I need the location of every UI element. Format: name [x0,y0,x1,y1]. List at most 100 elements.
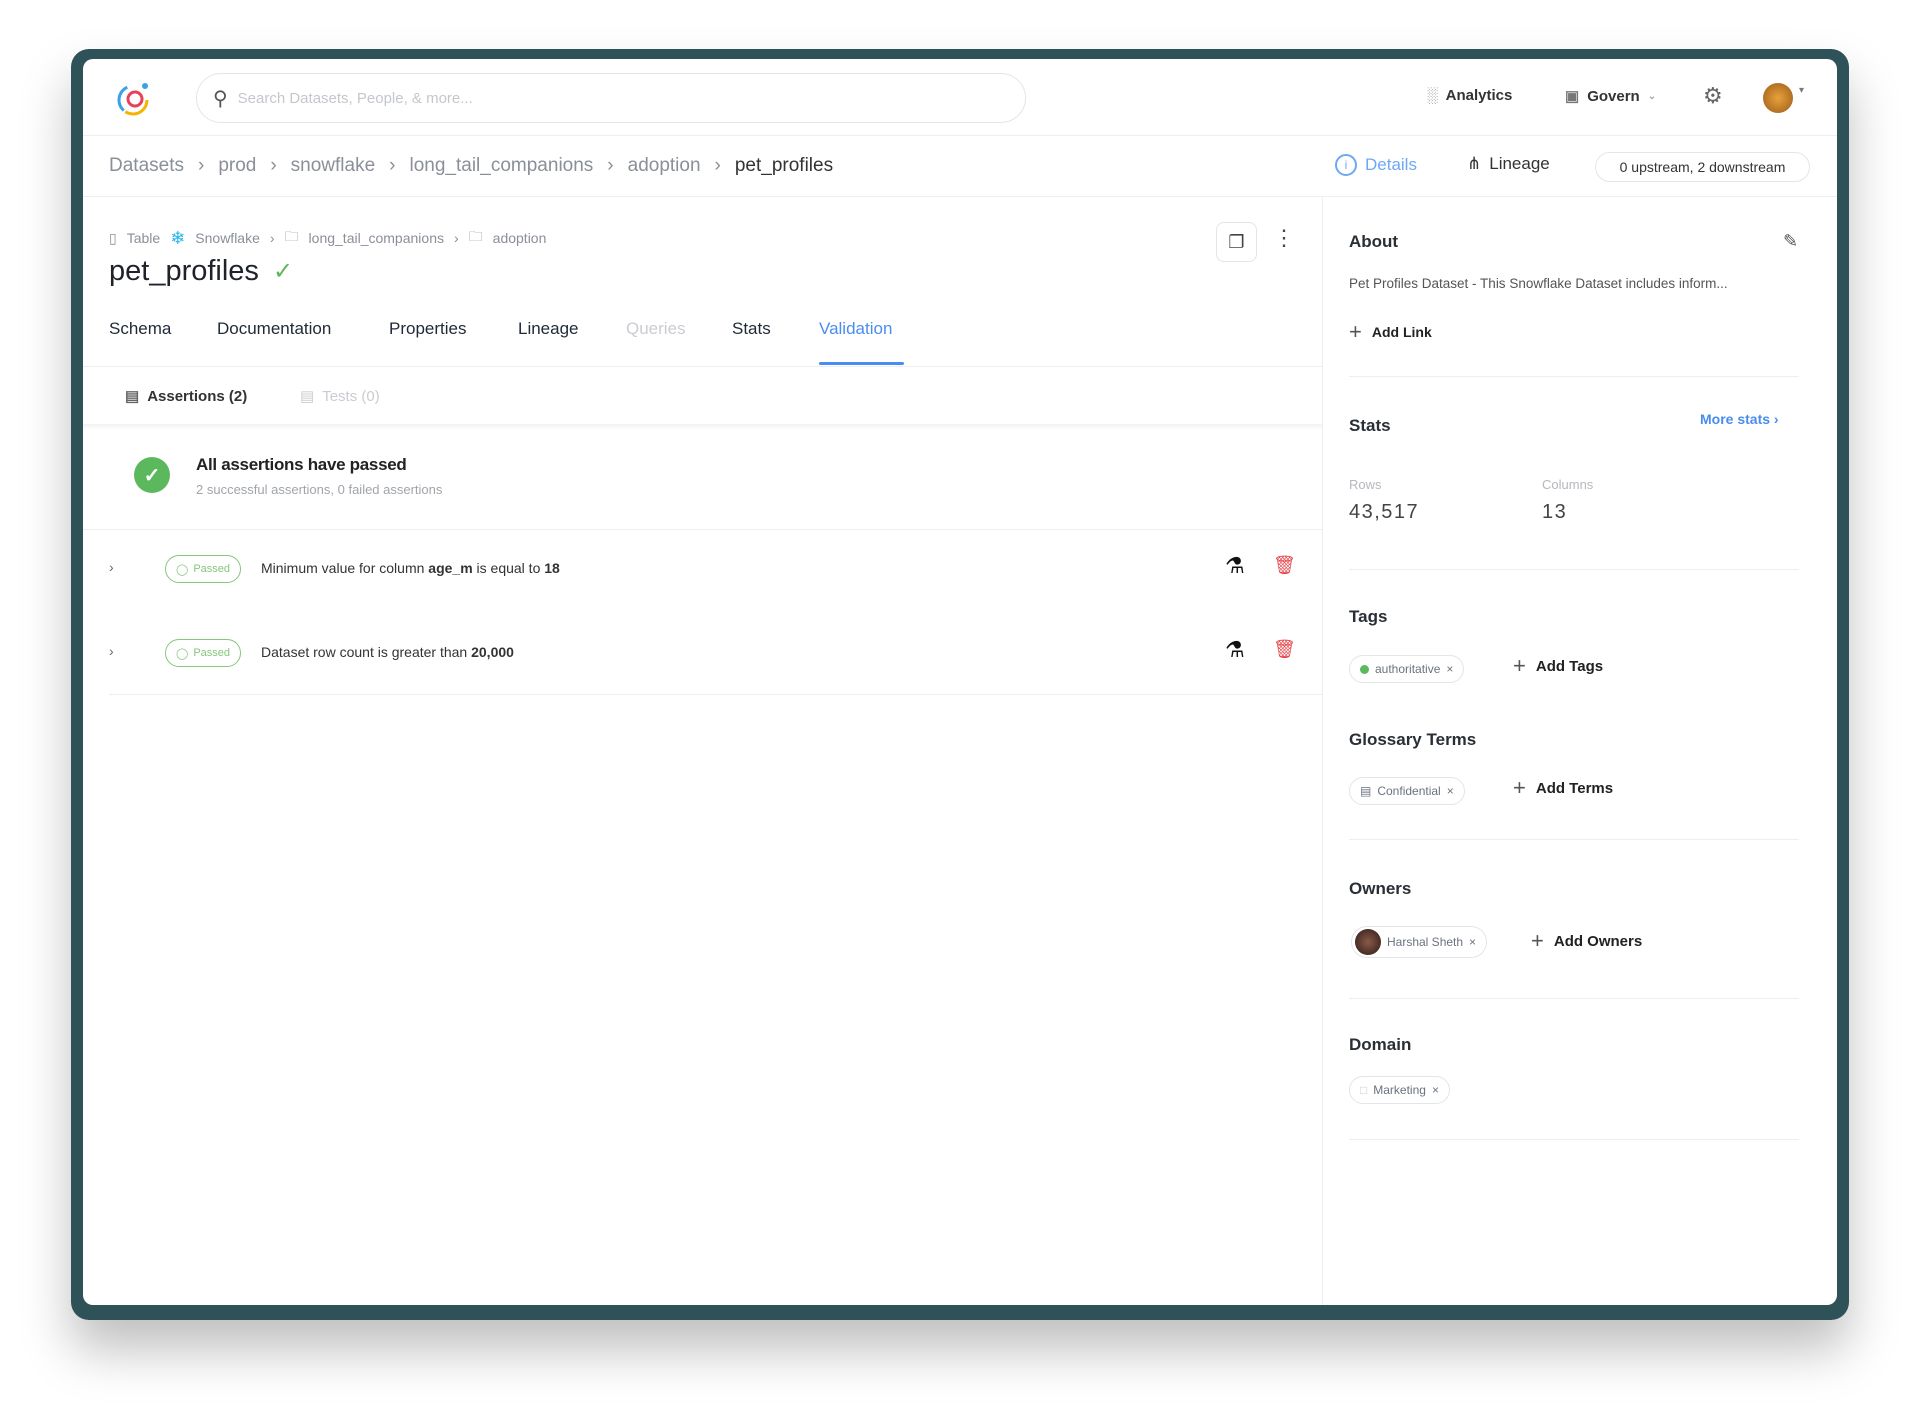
user-avatar[interactable] [1763,83,1793,113]
lineage-icon: ⋔ [1467,154,1482,173]
breadcrumb-datasets[interactable]: Datasets [109,155,184,177]
copy-urn-button[interactable]: ❐ [1216,222,1257,262]
add-link-button[interactable]: + Add Link [1349,319,1432,345]
assertion-row[interactable]: › ◯ Passed Dataset row count is greater t… [83,623,1322,683]
remove-x-icon[interactable]: × [1446,662,1453,676]
assertion-icon: ▤ [125,388,140,405]
plus-icon: + [1513,775,1526,800]
plus-icon: + [1513,653,1526,678]
folder-icon: 🗀 [468,228,483,244]
copy-icon: ❐ [1228,231,1245,252]
remove-x-icon[interactable]: × [1447,784,1454,798]
search-input[interactable]: ⚲ Search Datasets, People, & more... [196,73,1026,123]
govern-icon: ▣ [1565,88,1580,105]
more-stats-link[interactable]: More stats › [1700,411,1779,427]
chevron-right-icon: › [607,155,614,176]
bar-chart-icon: ░ [1427,87,1438,104]
tag-color-dot [1360,664,1369,674]
status-badge: ◯ Passed [165,639,242,667]
tags-heading: Tags [1349,607,1388,626]
tag-chip[interactable]: authoritative × [1349,655,1465,683]
about-description: Pet Profiles Dataset - This Snowflake Da… [1349,276,1728,291]
edit-pencil-icon[interactable]: ✎ [1783,231,1798,252]
chevron-right-icon: › [714,155,721,176]
analytics-link[interactable]: ░ Analytics [1427,87,1512,104]
assertion-description: Minimum value for column age_m is equal … [261,560,560,576]
passed-icon: ◯ [176,647,189,660]
chevron-right-icon: › [389,155,396,176]
glossary-term-chip[interactable]: ▤ Confidential × [1349,777,1465,805]
tab-documentation[interactable]: Documentation [217,319,331,339]
domain-heading: Domain [1349,1035,1412,1054]
tab-validation[interactable]: Validation [819,319,892,339]
owner-chip[interactable]: Harshal Sheth × [1351,926,1488,958]
owners-heading: Owners [1349,879,1412,898]
add-terms-button[interactable]: + Add Terms [1513,775,1613,801]
avatar-caret-icon[interactable]: ▾ [1799,85,1804,96]
tab-properties[interactable]: Properties [389,319,466,339]
pane-divider [1322,197,1323,1305]
logo[interactable] [111,77,155,121]
subtab-divider [83,424,1322,430]
plus-icon: + [1531,928,1544,953]
breadcrumb-current: pet_profiles [734,155,834,176]
run-assertion-icon[interactable]: ⚗ [1225,637,1245,663]
plus-icon: + [1349,319,1362,344]
owner-avatar [1355,929,1381,955]
test-icon: ▤ [300,388,315,405]
search-placeholder: Search Datasets, People, & more... [237,89,473,107]
breadcrumb-snowflake[interactable]: snowflake [291,155,376,177]
snowflake-icon: ❄ [170,227,186,248]
details-toggle[interactable]: i Details [1335,154,1417,176]
summary-subtitle: 2 successful assertions, 0 failed assert… [196,482,443,497]
delete-trash-icon[interactable]: 🗑 [1273,555,1296,576]
add-owners-button[interactable]: + Add Owners [1531,928,1642,954]
active-tab-indicator [819,362,904,365]
lineage-toggle[interactable]: ⋔ Lineage [1467,154,1550,174]
verified-check-icon: ✓ [272,258,294,285]
lineage-summary-pill: 0 upstream, 2 downstream [1595,152,1810,182]
book-icon: ▤ [1360,784,1372,798]
delete-trash-icon[interactable]: 🗑 [1273,639,1296,660]
run-assertion-icon[interactable]: ⚗ [1225,553,1245,579]
settings-gear-icon[interactable]: ⚙ [1703,83,1723,109]
expand-chevron-icon[interactable]: › [109,643,114,659]
assertion-description: Dataset row count is greater than 20,000 [261,644,514,660]
chevron-down-icon: ⌄ [1647,90,1657,102]
folder-icon: 🗀 [284,228,299,244]
breadcrumb-database[interactable]: long_tail_companions [410,155,594,177]
chevron-right-icon: › [197,155,205,176]
stats-heading: Stats [1349,416,1391,435]
info-icon: i [1335,154,1357,176]
breadcrumb-prod[interactable]: prod [218,155,256,177]
success-check-icon: ✓ [134,457,170,493]
status-badge: ◯ Passed [165,555,242,583]
columns-value: 13 [1542,501,1568,523]
subtab-tests[interactable]: ▤ Tests (0) [300,387,380,406]
summary-title: All assertions have passed [196,455,407,474]
rows-label: Rows [1349,477,1382,492]
expand-chevron-icon[interactable]: › [109,559,114,575]
tab-queries[interactable]: Queries [626,319,686,339]
app-window: ⚲ Search Datasets, People, & more... ░ An… [83,59,1837,1305]
tab-stats[interactable]: Stats [732,319,771,339]
govern-menu[interactable]: ▣ Govern ⌄ [1565,87,1657,106]
table-icon: ▯ [109,229,117,246]
chevron-right-icon: › [270,155,277,176]
subtab-assertions[interactable]: ▤ Assertions (2) [125,387,247,406]
columns-label: Columns [1542,477,1594,492]
more-options-kebab-icon[interactable]: ⋮ [1273,225,1295,251]
glossary-terms-heading: Glossary Terms [1349,730,1477,749]
assertion-row[interactable]: › ◯ Passed Minimum value for column age_m… [83,539,1322,599]
domain-chip[interactable]: □ Marketing × [1349,1076,1450,1104]
rows-value: 43,517 [1349,501,1420,523]
add-tags-button[interactable]: + Add Tags [1513,653,1603,679]
remove-x-icon[interactable]: × [1469,935,1476,949]
remove-x-icon[interactable]: × [1432,1083,1439,1097]
tab-schema[interactable]: Schema [109,319,171,339]
breadcrumb-schema[interactable]: adoption [628,155,701,177]
domain-icon: □ [1360,1083,1368,1097]
entity-path: ▯ Table ❄ Snowflake › 🗀 long_tail_companions… [109,226,546,250]
tab-lineage[interactable]: Lineage [518,319,579,339]
search-icon: ⚲ [213,87,228,110]
